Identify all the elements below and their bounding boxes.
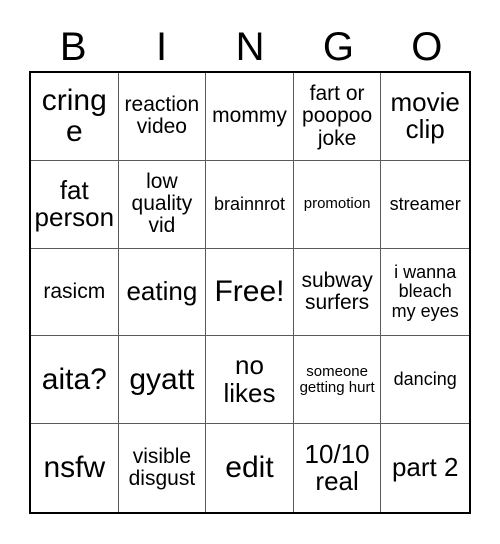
bingo-cell-label: gyatt (129, 362, 195, 396)
bingo-cell[interactable]: cringe (31, 73, 119, 161)
bingo-cell-label: Free! (214, 275, 285, 309)
bingo-cell-label: visible disgust (128, 444, 196, 491)
bingo-cell-label: low quality vid (131, 169, 193, 238)
bingo-cell-label: i wanna bleach my eyes (391, 262, 459, 321)
bingo-cell[interactable]: visible disgust (118, 424, 207, 512)
bingo-cell[interactable]: i wanna bleach my eyes (381, 248, 469, 337)
bingo-cell-label: brainnrot (213, 193, 286, 214)
bingo-cell-label: mommy (212, 104, 287, 128)
bingo-cell[interactable]: nsfw (31, 424, 119, 512)
bingo-cell-label: eating (126, 276, 198, 307)
bingo-header-letter-i: I (156, 24, 168, 69)
bingo-cell[interactable]: someone getting hurt (293, 336, 382, 425)
bingo-grid: cringe reaction video mommy fart or poopoo … (29, 71, 471, 514)
bingo-cell-label: part 2 (391, 452, 459, 483)
bingo-cell-label: nsfw (43, 451, 106, 485)
bingo-cell[interactable]: rasicm (31, 248, 119, 337)
bingo-cell[interactable]: fart or poopoo joke (293, 73, 382, 161)
bingo-cell[interactable]: no likes (206, 336, 294, 425)
bingo-header-row: BINGO (29, 22, 471, 71)
bingo-header-letter-g: G (322, 24, 354, 69)
bingo-cell-label: fat person (34, 174, 115, 233)
bingo-header-letter-b: B (59, 24, 87, 69)
bingo-cell-label: movie clip (390, 86, 460, 145)
bingo-cell[interactable]: low quality vid (118, 160, 207, 249)
bingo-cell[interactable]: streamer (381, 160, 469, 249)
bingo-cell[interactable]: promotion (293, 160, 382, 249)
bingo-cell[interactable]: reaction video (118, 73, 207, 161)
bingo-cell-label: edit (225, 451, 274, 485)
bingo-cell[interactable]: eating (118, 248, 207, 337)
bingo-cell-label: no likes (223, 350, 276, 408)
bingo-header-letter-n: N (235, 24, 265, 69)
bingo-cell[interactable]: aita? (31, 336, 119, 425)
bingo-cell-label: dancing (393, 369, 457, 390)
bingo-cell[interactable]: Free! (206, 248, 294, 337)
bingo-cell[interactable]: edit (206, 424, 294, 512)
bingo-cell-label: 10/10 real (304, 438, 370, 497)
bingo-cell-label: streamer (389, 193, 461, 214)
bingo-cell[interactable]: movie clip (381, 73, 469, 161)
bingo-cell[interactable]: part 2 (381, 424, 469, 512)
bingo-cell[interactable]: brainnrot (206, 160, 294, 249)
bingo-cell-label: reaction video (124, 93, 200, 139)
bingo-cell-label: promotion (303, 195, 371, 213)
bingo-cell[interactable]: dancing (381, 336, 469, 425)
bingo-cell-label: subway surfers (301, 268, 373, 314)
bingo-cell-label: rasicm (43, 279, 106, 303)
bingo-card: B I N G O cringe reaction video mommy fart or p… (0, 0, 500, 544)
bingo-cell-label: fart or poopoo joke (302, 82, 373, 150)
bingo-cell[interactable]: subway surfers (293, 248, 382, 337)
bingo-cell[interactable]: 10/10 real (293, 424, 382, 512)
bingo-header-letter-o: O (411, 24, 443, 69)
bingo-cell-label: someone getting hurt (299, 362, 375, 396)
bingo-cell-label: aita? (41, 362, 107, 396)
bingo-cell-label: cringe (41, 83, 107, 149)
bingo-cell[interactable]: mommy (206, 73, 294, 161)
bingo-cell[interactable]: gyatt (118, 336, 207, 425)
bingo-cell[interactable]: fat person (31, 160, 119, 249)
